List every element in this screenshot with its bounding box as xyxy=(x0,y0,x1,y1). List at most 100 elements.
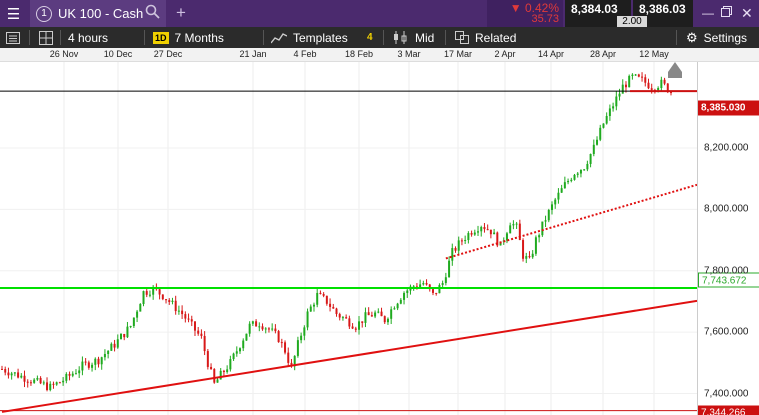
candle-body xyxy=(438,285,441,294)
plus-icon[interactable]: + xyxy=(176,3,186,23)
candle-body xyxy=(126,326,129,338)
settings-button[interactable]: ⚙ Settings xyxy=(686,27,747,48)
candle-body xyxy=(403,293,406,300)
minimize-icon[interactable]: — xyxy=(702,6,714,20)
candle-body xyxy=(258,326,261,328)
period-select[interactable]: 1D 7 Months xyxy=(153,27,224,48)
candle-body xyxy=(136,311,139,318)
change-points: 35.73 xyxy=(531,13,559,25)
candle-body xyxy=(592,144,595,154)
candle-body xyxy=(113,343,116,348)
related-button[interactable]: Related xyxy=(455,27,516,48)
candle-body xyxy=(49,383,52,391)
candle-body xyxy=(145,291,148,295)
candle-body xyxy=(451,248,454,261)
top-bar: ☰ 1 UK 100 - Cash + ▼ 0.42% 35.73 8,384.… xyxy=(0,0,759,27)
date-label: 12 May xyxy=(639,49,669,59)
candle-body xyxy=(393,308,396,310)
candle-body xyxy=(586,163,589,170)
instrument-tab[interactable]: 1 UK 100 - Cash xyxy=(30,0,166,27)
candle-body xyxy=(541,221,544,236)
close-icon[interactable]: ✕ xyxy=(741,5,753,22)
candle-body xyxy=(10,373,13,376)
candle-body xyxy=(419,284,422,288)
candle-body xyxy=(634,74,637,76)
candle-body xyxy=(65,373,68,381)
candle-body xyxy=(81,361,84,371)
candle-body xyxy=(216,379,219,383)
candle-body xyxy=(370,315,373,317)
candle-body xyxy=(641,76,644,78)
hamburger-icon[interactable]: ☰ xyxy=(0,0,27,27)
divider xyxy=(144,30,145,45)
candle-body xyxy=(55,382,58,385)
candle-body xyxy=(464,240,467,242)
grid-layout-icon[interactable] xyxy=(39,27,53,48)
candle-body xyxy=(203,335,206,352)
scroll-handle[interactable] xyxy=(668,72,682,78)
candle-body xyxy=(94,358,97,365)
divider xyxy=(445,30,446,45)
candle-body xyxy=(374,312,377,317)
candle-body xyxy=(120,333,123,340)
candle-body xyxy=(129,326,132,328)
candle-body xyxy=(177,310,180,312)
candle-body xyxy=(329,303,332,307)
candle-body xyxy=(650,88,653,90)
candle-body xyxy=(7,372,10,376)
candle-body xyxy=(148,294,151,296)
low-level-tag: 7,344.266 xyxy=(698,405,759,415)
candle-body xyxy=(200,333,203,336)
price-tick-label: 8,000.000 xyxy=(704,203,749,215)
list-icon[interactable] xyxy=(6,27,20,48)
candle-body xyxy=(364,312,367,323)
candle-body xyxy=(306,311,309,328)
period-badge: 1D xyxy=(153,31,169,44)
candle-body xyxy=(460,240,463,242)
candle-body xyxy=(663,79,666,84)
candle-body xyxy=(348,318,351,327)
candle-body xyxy=(361,321,364,323)
candle-body xyxy=(515,223,518,225)
candle-body xyxy=(68,373,71,376)
candle-body xyxy=(232,353,235,360)
restore-icon[interactable] xyxy=(721,6,732,20)
indicator-count[interactable]: 4 xyxy=(367,27,373,48)
candle-body xyxy=(354,328,357,330)
candle-body xyxy=(287,352,290,363)
price-mode-button[interactable]: Mid xyxy=(393,27,434,48)
date-label: 10 Dec xyxy=(103,49,133,59)
candle-body xyxy=(560,188,563,193)
candle-body xyxy=(644,77,647,83)
candle-body xyxy=(618,93,621,97)
date-label: 21 Jan xyxy=(239,49,267,59)
candle-body xyxy=(242,340,245,349)
templates-button[interactable]: Templates xyxy=(271,27,348,48)
candle-body xyxy=(509,225,512,234)
candle-body xyxy=(380,311,383,317)
scroll-up-icon[interactable] xyxy=(668,62,682,72)
price-tick-label: 7,600.000 xyxy=(704,326,749,338)
gear-icon: ⚙ xyxy=(686,29,698,45)
price-chart[interactable] xyxy=(0,62,697,415)
candle-body xyxy=(316,292,319,305)
candle-body xyxy=(91,364,94,368)
candle-body xyxy=(631,74,634,76)
date-label: 4 Feb xyxy=(293,49,317,59)
candle-body xyxy=(319,292,322,294)
candle-body xyxy=(36,377,39,380)
chart-toolbar: 4 hours 1D 7 Months Templates 4 Mid Rela… xyxy=(0,27,759,48)
candle-body xyxy=(522,240,525,259)
candle-body xyxy=(647,82,650,89)
candle-body xyxy=(396,303,399,309)
candle-body xyxy=(550,204,553,211)
candle-body xyxy=(4,369,7,373)
candle-body xyxy=(435,292,438,294)
candle-body xyxy=(525,256,528,259)
buy-price: 8,386.03 xyxy=(639,2,686,16)
candle-body xyxy=(219,370,222,380)
candle-body xyxy=(309,306,312,312)
candle-body xyxy=(341,317,344,319)
search-icon[interactable] xyxy=(145,4,160,22)
interval-select[interactable]: 4 hours xyxy=(68,27,108,48)
